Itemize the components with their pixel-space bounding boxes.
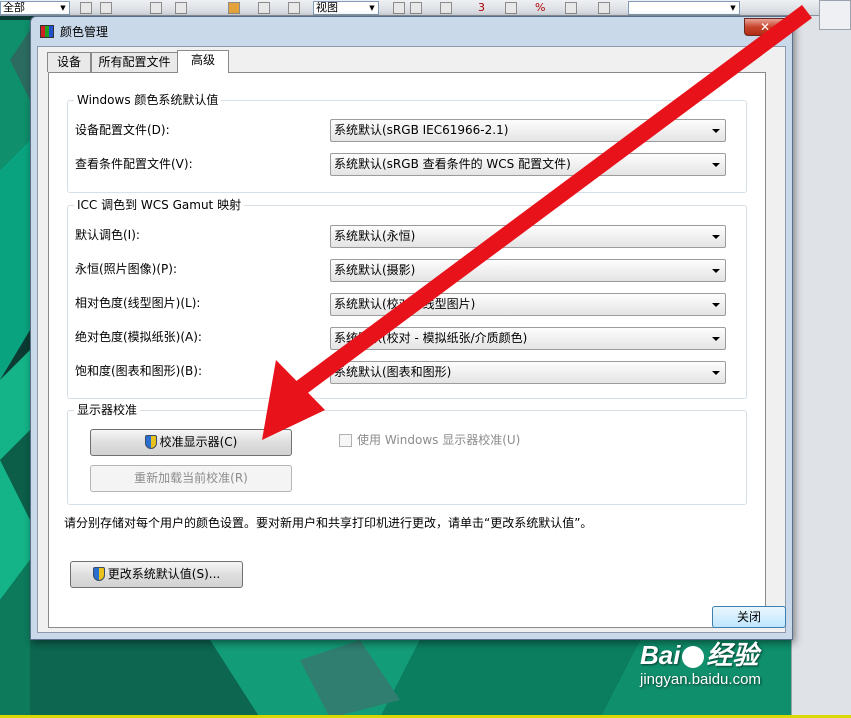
toolbar-tool-icon[interactable]: [100, 2, 112, 14]
toolbar-snap-angle-label[interactable]: 3: [478, 1, 485, 15]
viewing-conditions-select[interactable]: 系统默认(sRGB 查看条件的 WCS 配置文件): [330, 153, 726, 176]
baidu-jingyan-watermark: Bai 经验 jingyan.baidu.com: [640, 640, 800, 702]
toolbar-edit-set-icon[interactable]: [598, 2, 610, 14]
info-text: 请分别存储对每个用户的颜色设置。要对新用户和共享打印机进行更改，请单击“更改系统…: [64, 516, 593, 530]
relative-colorimetric-value: 系统默认(校对和线型图片): [334, 297, 476, 311]
dialog-client-area: 设备 所有配置文件 高级 Windows 颜色系统默认值 设备配置文件(D): …: [37, 46, 786, 633]
watermark-logo-text: Bai: [640, 640, 681, 670]
uac-shield-icon: [144, 434, 157, 449]
toolbar-filter-combo[interactable]: 全部 ▼: [0, 1, 70, 15]
chevron-down-icon: [712, 371, 720, 375]
gamut-mapping-group: ICC 调色到 WCS Gamut 映射 默认调色(I): 系统默认(永恒) 永…: [67, 198, 747, 399]
baidu-paw-icon: [682, 646, 705, 669]
perceptual-select[interactable]: 系统默认(摄影): [330, 259, 726, 282]
change-system-defaults-label: 更改系统默认值(S)...: [107, 567, 221, 581]
calibrate-display-button[interactable]: 校准显示器(C): [90, 429, 292, 456]
chevron-down-icon: ▼: [60, 4, 66, 12]
absolute-colorimetric-value: 系统默认(校对 - 模拟纸张/介质颜色): [334, 331, 528, 345]
device-profile-select[interactable]: 系统默认(sRGB IEC61966-2.1): [330, 119, 726, 142]
toolbar-angle-snap-icon[interactable]: [505, 2, 517, 14]
toolbar-select-icon[interactable]: [175, 2, 187, 14]
use-windows-calibration-label: 使用 Windows 显示器校准(U): [357, 433, 521, 447]
reload-calibration-button[interactable]: 重新加载当前校准(R): [90, 465, 292, 492]
viewing-conditions-value: 系统默认(sRGB 查看条件的 WCS 配置文件): [334, 157, 571, 171]
close-button[interactable]: 关闭: [712, 606, 786, 628]
absolute-colorimetric-label: 绝对色度(模拟纸张)(A):: [75, 330, 202, 344]
default-intent-value: 系统默认(永恒): [334, 229, 416, 243]
perceptual-label: 永恒(照片图像)(P):: [75, 262, 178, 276]
toolbar-pivot-icon[interactable]: [410, 2, 422, 14]
dialog-titlebar[interactable]: 颜色管理 ✕: [31, 17, 792, 47]
chevron-down-icon: ▼: [369, 4, 375, 12]
toolbar-scale-icon[interactable]: [288, 2, 300, 14]
chevron-down-icon: [712, 129, 720, 133]
toolbar-tool-icon[interactable]: [80, 2, 92, 14]
gamut-mapping-title: ICC 调色到 WCS Gamut 映射: [74, 198, 245, 213]
use-windows-calibration-checkbox[interactable]: [339, 434, 352, 447]
uac-shield-icon: [92, 566, 105, 581]
tab-all-profiles[interactable]: 所有配置文件: [91, 52, 178, 72]
watermark-logo: Bai 经验: [640, 640, 800, 670]
chevron-down-icon: ▼: [730, 4, 736, 12]
device-profile-value: 系统默认(sRGB IEC61966-2.1): [334, 123, 509, 137]
windows-defaults-group: Windows 颜色系统默认值 设备配置文件(D): 系统默认(sRGB IEC…: [67, 93, 747, 193]
watermark-logo-suffix: 经验: [706, 640, 759, 670]
perceptual-value: 系统默认(摄影): [334, 263, 416, 277]
default-intent-label: 默认调色(I):: [75, 228, 140, 242]
relative-colorimetric-label: 相对色度(线型图片)(L):: [75, 296, 201, 310]
color-management-dialog: 颜色管理 ✕ 设备 所有配置文件 高级 Windows 颜色系统默认值 设备配置…: [30, 16, 793, 640]
saturation-select[interactable]: 系统默认(图表和图形): [330, 361, 726, 384]
tab-advanced[interactable]: 高级: [177, 50, 229, 73]
toolbar-selection-set-combo[interactable]: ▼: [628, 1, 740, 15]
toolbar-view-value: 视图: [316, 1, 338, 14]
relative-colorimetric-select[interactable]: 系统默认(校对和线型图片): [330, 293, 726, 316]
change-system-defaults-button[interactable]: 更改系统默认值(S)...: [70, 561, 243, 588]
toolbar-percent-snap-label[interactable]: %: [535, 1, 545, 15]
display-calibration-group: 显示器校准 校准显示器(C) 重新加载当前校准(R) 使用 Windows 显示…: [67, 403, 747, 505]
tab-devices[interactable]: 设备: [47, 52, 91, 72]
layers-icon[interactable]: [819, 0, 851, 30]
windows-defaults-title: Windows 颜色系统默认值: [74, 93, 222, 108]
chevron-down-icon: [712, 303, 720, 307]
toolbar-pivot-icon[interactable]: [393, 2, 405, 14]
chevron-down-icon: [712, 235, 720, 239]
display-calibration-title: 显示器校准: [74, 403, 141, 418]
default-intent-select[interactable]: 系统默认(永恒): [330, 225, 726, 248]
toolbar-filter-value: 全部: [3, 1, 25, 14]
chevron-down-icon: [712, 337, 720, 341]
toolbar-rotate-icon[interactable]: [258, 2, 270, 14]
saturation-label: 饱和度(图表和图形)(B):: [75, 364, 203, 378]
viewing-conditions-label: 查看条件配置文件(V):: [75, 157, 193, 171]
background-command-panel: [791, 16, 851, 718]
toolbar-view-combo[interactable]: 视图 ▼: [313, 1, 379, 15]
absolute-colorimetric-select[interactable]: 系统默认(校对 - 模拟纸张/介质颜色): [330, 327, 726, 350]
toolbar-snap-icon[interactable]: [440, 2, 452, 14]
toolbar-move-icon[interactable]: [228, 2, 240, 14]
color-management-icon: [40, 25, 54, 38]
background-toolbar: 全部 ▼ 视图 ▼ 3 % ▼: [0, 0, 851, 16]
close-icon[interactable]: ✕: [744, 18, 786, 36]
device-profile-label: 设备配置文件(D):: [75, 123, 170, 137]
advanced-tab-panel: Windows 颜色系统默认值 设备配置文件(D): 系统默认(sRGB IEC…: [48, 72, 766, 628]
toolbar-select-icon[interactable]: [150, 2, 162, 14]
toolbar-spinner-snap-icon[interactable]: [565, 2, 577, 14]
calibrate-display-label: 校准显示器(C): [159, 435, 238, 449]
chevron-down-icon: [712, 163, 720, 167]
dialog-title: 颜色管理: [60, 25, 109, 39]
saturation-value: 系统默认(图表和图形): [334, 365, 452, 379]
chevron-down-icon: [712, 269, 720, 273]
watermark-url: jingyan.baidu.com: [640, 671, 761, 688]
